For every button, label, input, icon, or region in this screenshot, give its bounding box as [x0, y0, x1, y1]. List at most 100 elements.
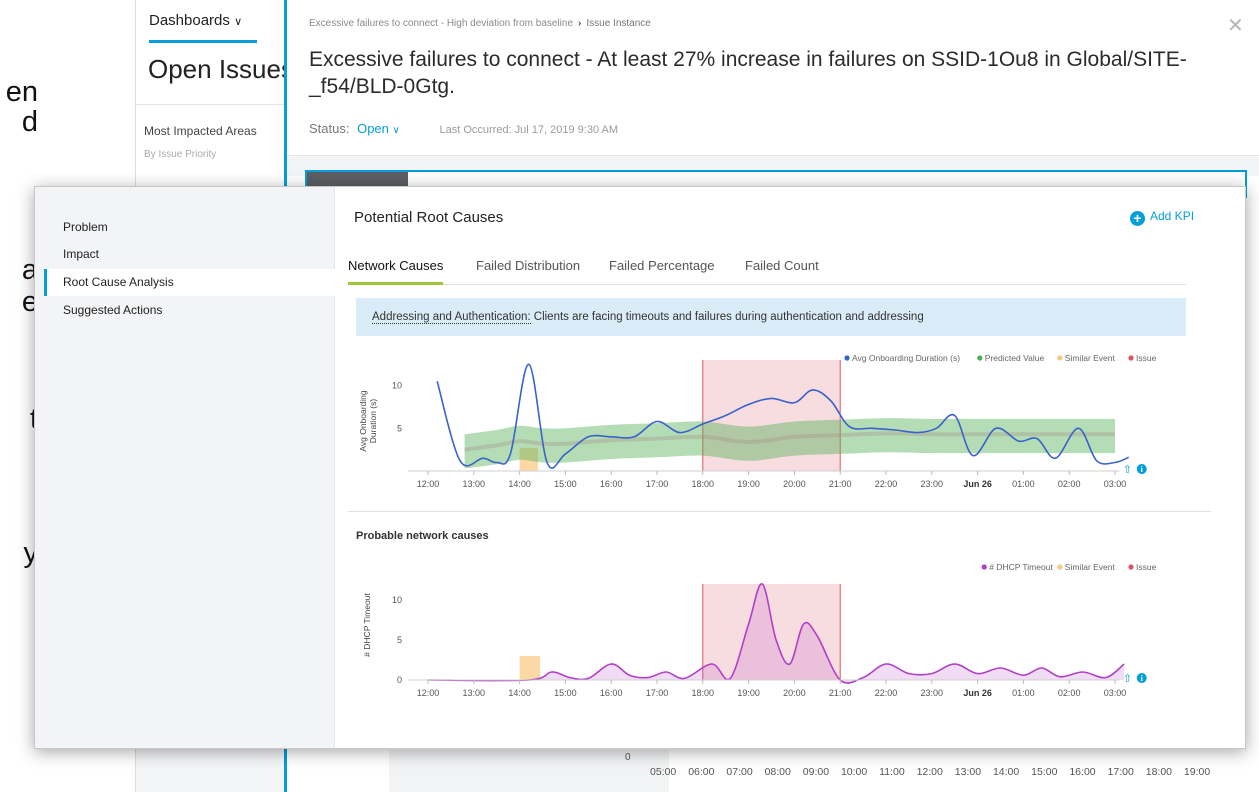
x-tick-label: 20:00	[783, 688, 806, 698]
x-tick-label: 12:00	[417, 688, 440, 698]
breadcrumb-current: Issue Instance	[586, 18, 651, 29]
chevron-down-icon: ∨	[234, 16, 243, 28]
potential-root-causes-title: Potential Root Causes	[354, 209, 504, 226]
x-tick-label: 16:00	[600, 688, 623, 698]
legend-swatch	[844, 355, 850, 361]
x-tick-label: 20:00	[783, 479, 806, 489]
nav-item-suggested-actions[interactable]: Suggested Actions	[44, 297, 335, 324]
y-tick-label: 10	[392, 381, 402, 391]
x-tick-label: 13:00	[463, 479, 486, 489]
y-tick-label: 0	[397, 675, 402, 685]
close-icon[interactable]: ✕	[1227, 13, 1244, 38]
legend-label: Predicted Value	[985, 353, 1045, 363]
y-tick-label: 10	[392, 595, 402, 605]
x-tick-label: 18:00	[692, 688, 715, 698]
y-tick-label: 5	[397, 423, 402, 433]
most-impacted-heading: Most Impacted Areas	[144, 124, 257, 138]
legend-label: Issue	[1136, 353, 1157, 363]
open-issues-heading: Open Issues	[148, 54, 294, 84]
bg-fragment-1: en	[5, 76, 38, 108]
dhcp-timeout-chart: 12:00 13:00 14:00 15:00 16:00 17:00 18:00 19:00…	[362, 562, 1157, 698]
x-tick-label: 19:00	[737, 688, 760, 698]
x-tick-label: 01:00	[1012, 479, 1035, 489]
issue-title: Excessive failures to connect - At least…	[309, 48, 1187, 98]
breadcrumb-chevron-icon: ›	[578, 18, 582, 29]
last-occurred: Last Occurred: Jul 17, 2019 9:30 AM	[439, 124, 619, 136]
nav-item-impact[interactable]: Impact	[44, 241, 335, 268]
x-tick-label: 03:00	[1104, 688, 1127, 698]
y-axis-label: Avg Onboarding	[358, 390, 368, 452]
x-tick-label: 23:00	[921, 688, 944, 698]
x-tick-label: 02:00	[1058, 479, 1081, 489]
legend-swatch	[1128, 355, 1134, 361]
sidebar-divider	[136, 104, 286, 105]
by-priority-subheading: By Issue Priority	[144, 149, 217, 160]
nav-item-root-cause-analysis[interactable]: Root Cause Analysis	[44, 269, 335, 296]
x-tick-label: 14:00	[508, 479, 531, 489]
status-label: Status:	[309, 121, 350, 136]
bg-fragment-2: d	[21, 106, 38, 138]
legend-label: Avg Onboarding Duration (s)	[852, 353, 960, 363]
tab-failed-count[interactable]: Failed Count	[745, 258, 819, 273]
probable-causes-heading: Probable network causes	[356, 530, 489, 542]
x-tick-label: 18:00	[692, 479, 715, 489]
legend-label: Similar Event	[1065, 562, 1116, 572]
bg-fragment-6: y	[23, 537, 39, 569]
active-tab-underline	[348, 282, 443, 285]
status-chevron-icon[interactable]: ∨	[393, 125, 400, 136]
x-tick-label: 17:00	[646, 688, 669, 698]
tab-network-causes[interactable]: Network Causes	[348, 258, 443, 273]
x-tick-label: 17:00	[646, 479, 669, 489]
issue-section-nav: Problem Impact Root Cause Analysis Sugge…	[35, 187, 335, 748]
x-tick-label: 19:00	[737, 479, 760, 489]
legend-swatch	[1057, 564, 1063, 570]
x-tick-label: 14:00	[508, 688, 531, 698]
breadcrumb: Excessive failures to connect - High dev…	[309, 18, 651, 29]
status-row: Status: Open ∨ Last Occurred: Jul 17, 20…	[309, 121, 618, 136]
breadcrumb-parent-link[interactable]: Excessive failures to connect - High dev…	[309, 18, 573, 29]
thumbs-up-icon: ⇧	[1123, 464, 1132, 476]
x-tick-label: 22:00	[875, 688, 898, 698]
legend-swatch	[1128, 564, 1134, 570]
root-cause-content: Potential Root Causes + Add KPI Network C…	[336, 187, 1245, 748]
x-tick-label: 23:00	[921, 479, 944, 489]
x-tick-label: 12:00	[417, 479, 440, 489]
dashboards-menu[interactable]: Dashboards ∨	[149, 12, 242, 29]
dashboards-underline	[149, 40, 257, 43]
add-kpi-button[interactable]: + Add KPI	[1130, 209, 1194, 226]
nav-item-problem[interactable]: Problem	[44, 214, 335, 241]
x-tick-label: 15:00	[554, 479, 577, 489]
y-axis-label: # DHCP Timeout	[362, 593, 372, 657]
legend-swatch	[977, 355, 983, 361]
legend-label: Issue	[1136, 562, 1157, 572]
x-tick-label: 21:00	[829, 479, 852, 489]
x-tick-label: 15:00	[554, 688, 577, 698]
x-tick-label: 01:00	[1012, 688, 1035, 698]
x-tick-label: 13:00	[463, 688, 486, 698]
y-tick-label: 5	[397, 635, 402, 645]
legend-label: Similar Event	[1065, 353, 1116, 363]
x-tick-label: 16:00	[600, 479, 623, 489]
plus-circle-icon: +	[1130, 211, 1145, 226]
onboarding-duration-chart: 12:00 13:00 14:00 15:00 16:00 17:00 18:00 19:00…	[358, 353, 1157, 489]
banner-header[interactable]: Addressing and Authentication:	[372, 311, 531, 324]
legend-label: # DHCP Timeout	[989, 562, 1053, 572]
bg-axis-zero: 0	[625, 752, 631, 763]
chart-separator	[348, 511, 1211, 512]
bg-fragment-4: e	[21, 286, 38, 318]
y-axis-label: Duration (s)	[368, 399, 378, 444]
root-cause-modal: Problem Impact Root Cause Analysis Sugge…	[34, 186, 1246, 749]
banner-text: Clients are facing timeouts and failures…	[530, 311, 924, 323]
tab-failed-distribution[interactable]: Failed Distribution	[476, 258, 580, 273]
legend-swatch	[981, 564, 987, 570]
x-tick-label: Jun 26	[963, 688, 992, 698]
tab-failed-percentage[interactable]: Failed Percentage	[609, 258, 715, 273]
status-dropdown[interactable]: Open	[357, 121, 389, 136]
tab-rule	[348, 284, 1186, 285]
x-tick-label: 22:00	[875, 479, 898, 489]
legend-swatch	[1057, 355, 1063, 361]
bg-fragment-3: a	[21, 254, 38, 286]
x-tick-label: Jun 26	[963, 479, 992, 489]
cause-banner: Addressing and Authentication: Clients a…	[356, 298, 1186, 336]
thumbs-up-icon: ⇧	[1123, 673, 1132, 685]
